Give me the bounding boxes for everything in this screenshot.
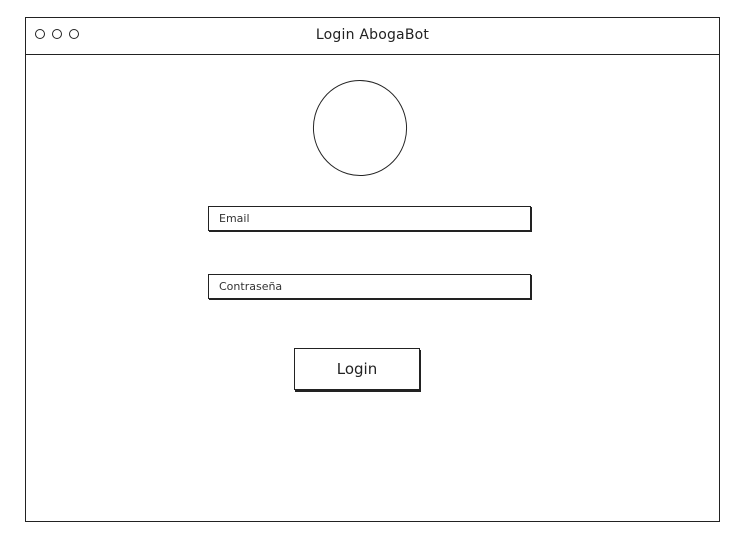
title-bar: Login AbogaBot [26,18,719,55]
browser-window: Login AbogaBot Login [25,17,720,522]
email-field[interactable] [208,206,531,231]
password-field[interactable] [208,274,531,299]
login-button[interactable]: Login [294,348,420,390]
window-title: Login AbogaBot [315,27,430,43]
avatar-placeholder [308,75,412,181]
